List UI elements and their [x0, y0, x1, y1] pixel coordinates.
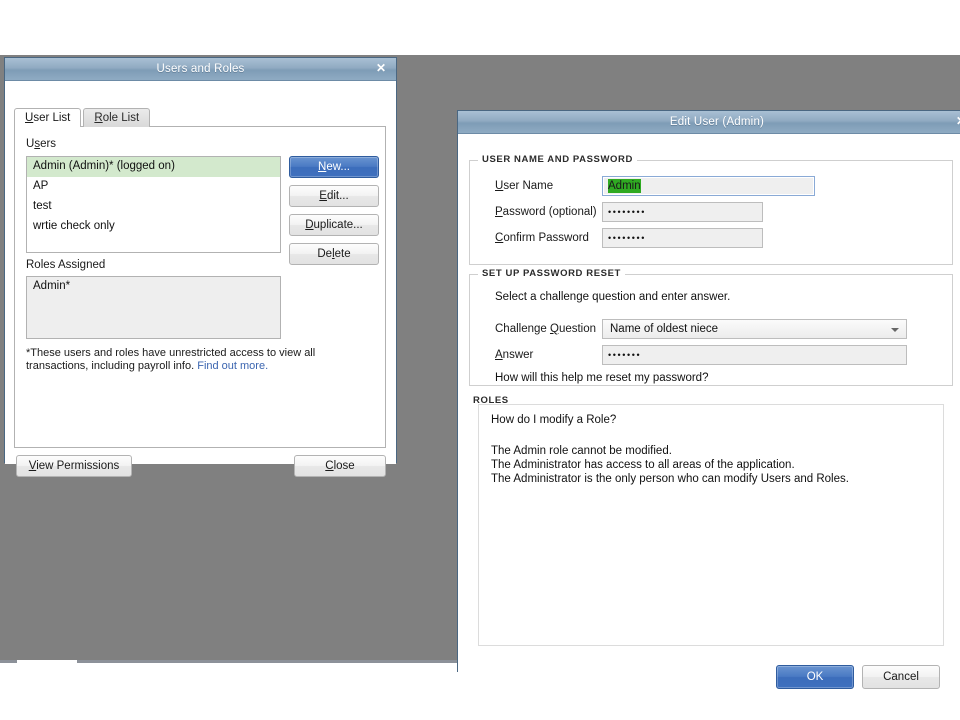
new-button[interactable]: New...: [289, 156, 379, 178]
users-and-roles-dialog: Users and Roles ✕ User List Role List Us…: [4, 57, 397, 477]
roles-group: ROLES How do I modify a Role? The Admin …: [469, 395, 953, 655]
ok-button[interactable]: OK: [776, 665, 854, 689]
screen: Users and Roles ✕ User List Role List Us…: [0, 0, 960, 720]
close-icon[interactable]: ✕: [954, 114, 960, 128]
view-permissions-button[interactable]: View Permissions: [16, 455, 132, 477]
duplicate-button[interactable]: Duplicate...: [289, 214, 379, 236]
close-button[interactable]: Close: [294, 455, 386, 477]
list-item[interactable]: test: [27, 197, 280, 217]
user-name-value: Admin: [608, 179, 641, 193]
challenge-question-label: Challenge Question: [495, 323, 597, 335]
credentials-group: USER NAME AND PASSWORD User Name Admin P…: [469, 154, 953, 265]
edit-user-dialog: Edit User (Admin) ✕ USER NAME AND PASSWO…: [457, 110, 960, 689]
roles-content-panel: How do I modify a Role? The Admin role c…: [478, 404, 944, 646]
backdrop-bottom-notch: [17, 660, 77, 663]
challenge-question-select[interactable]: Name of oldest niece: [602, 319, 907, 339]
modify-role-help-link[interactable]: How do I modify a Role?: [491, 413, 616, 427]
roles-body-line-3: The Administrator is the only person who…: [491, 473, 849, 485]
confirm-password-input[interactable]: ••••••••: [602, 228, 763, 248]
edit-button[interactable]: Edit...: [289, 185, 379, 207]
users-and-roles-body: User List Role List Users Admin (Admin)*…: [5, 81, 396, 477]
users-and-roles-titlebar: Users and Roles ✕: [5, 58, 396, 81]
cancel-button[interactable]: Cancel: [862, 665, 940, 689]
edit-user-title: Edit User (Admin): [669, 116, 765, 128]
confirm-password-value: ••••••••: [608, 233, 647, 243]
list-item[interactable]: wrtie check only: [27, 217, 280, 237]
unrestricted-access-note: *These users and roles have unrestricted…: [26, 347, 371, 373]
roles-body-line-1: The Admin role cannot be modified.: [491, 445, 672, 457]
password-input[interactable]: ••••••••: [602, 202, 763, 222]
users-and-roles-title: Users and Roles: [156, 63, 245, 75]
delete-button[interactable]: Delete: [289, 243, 379, 265]
chevron-down-icon: [891, 328, 899, 332]
list-item: Admin*: [33, 280, 71, 292]
find-out-more-link[interactable]: Find out more.: [197, 360, 268, 372]
answer-label: Answer: [495, 349, 534, 361]
tab-role-list[interactable]: Role List: [83, 108, 151, 127]
password-reset-group: SET UP PASSWORD RESET Select a challenge…: [469, 268, 953, 386]
edit-user-titlebar: Edit User (Admin) ✕: [458, 111, 960, 134]
password-label: Password (optional): [495, 206, 597, 218]
password-reset-legend: SET UP PASSWORD RESET: [478, 268, 625, 279]
user-action-buttons: New... Edit... Duplicate... Delete: [289, 156, 379, 266]
user-name-input[interactable]: Admin: [602, 176, 815, 196]
user-name-label: User Name: [495, 180, 554, 192]
password-reset-instruction: Select a challenge question and enter an…: [495, 291, 731, 303]
note-line-1: *These users and roles have unrestricted…: [26, 347, 316, 359]
users-label: Users: [26, 138, 57, 150]
credentials-legend: USER NAME AND PASSWORD: [478, 154, 637, 165]
roles-body-line-2: The Administrator has access to all area…: [491, 459, 795, 471]
challenge-question-value: Name of oldest niece: [610, 323, 719, 335]
edit-user-body: USER NAME AND PASSWORD User Name Admin P…: [458, 134, 960, 689]
confirm-password-label: Confirm Password: [495, 232, 589, 244]
roles-assigned-listbox[interactable]: Admin*: [26, 276, 281, 339]
list-item[interactable]: Admin (Admin)* (logged on): [27, 157, 280, 177]
password-reset-help-link[interactable]: How will this help me reset my password?: [495, 371, 708, 385]
close-icon[interactable]: ✕: [374, 61, 388, 75]
roles-assigned-label: Roles Assigned: [26, 259, 106, 271]
list-item[interactable]: AP: [27, 177, 280, 197]
answer-value: •••••••: [608, 350, 642, 360]
password-value: ••••••••: [608, 207, 647, 217]
tabstrip: User List Role List: [14, 107, 151, 128]
note-line-2: transactions, including payroll info.: [26, 360, 195, 372]
tab-user-list[interactable]: User List: [14, 108, 82, 128]
user-list-panel: Users Admin (Admin)* (logged on) AP test…: [14, 126, 386, 448]
answer-input[interactable]: •••••••: [602, 345, 907, 365]
users-listbox[interactable]: Admin (Admin)* (logged on) AP test wrtie…: [26, 156, 281, 253]
